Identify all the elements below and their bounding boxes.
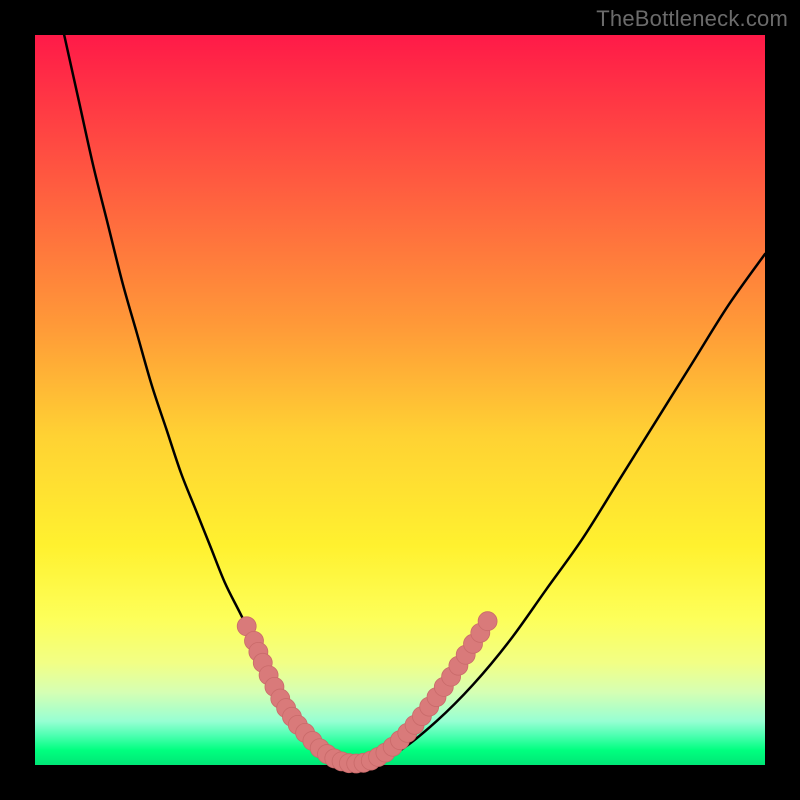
chart-svg — [35, 35, 765, 765]
curve-marker — [478, 612, 497, 631]
chart-plot-area — [35, 35, 765, 765]
chart-frame: TheBottleneck.com — [0, 0, 800, 800]
curve-markers — [237, 612, 497, 773]
bottleneck-curve — [64, 35, 765, 764]
watermark-text: TheBottleneck.com — [596, 6, 788, 32]
